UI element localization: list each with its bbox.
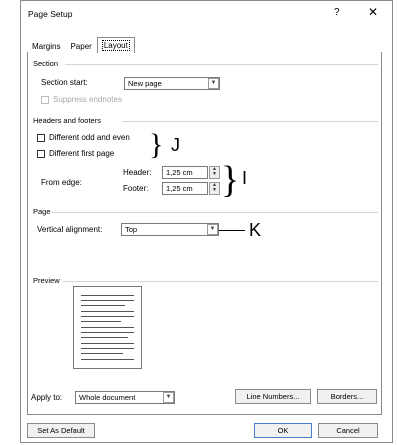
headers-footers-heading: Headers and footers	[33, 116, 101, 125]
header-value: 1,25 cm	[166, 168, 193, 177]
line-numbers-button[interactable]: Line Numbers...	[235, 389, 311, 404]
tab-strip: Margins Paper Layout	[27, 37, 135, 53]
header-spinner-input[interactable]: 1,25 cm	[162, 166, 208, 179]
section-heading: Section	[33, 59, 59, 68]
borders-button[interactable]: Borders...	[317, 389, 377, 404]
chevron-down-icon[interactable]: ▼	[207, 224, 218, 235]
tab-layout[interactable]: Layout	[96, 37, 135, 53]
help-button[interactable]: ?	[334, 7, 340, 18]
different-odd-even-label: Different odd and even	[49, 133, 130, 142]
dialog-title: Page Setup	[28, 9, 73, 19]
chevron-down-icon[interactable]: ▼	[208, 78, 219, 89]
chevron-down-icon[interactable]: ▼	[163, 392, 174, 403]
annotation-j: J	[171, 135, 180, 155]
annotation-brace-j: }	[149, 128, 164, 161]
apply-to-value: Whole document	[79, 393, 136, 402]
footer-value: 1,25 cm	[166, 184, 193, 193]
vertical-alignment-label: Vertical alignment:	[37, 225, 103, 234]
page-heading: Page	[33, 207, 51, 216]
apply-to-label: Apply to:	[31, 393, 63, 402]
preview-divider	[63, 281, 378, 282]
section-start-value: New page	[128, 79, 162, 88]
preview-page-thumbnail	[73, 286, 142, 369]
page-divider	[51, 212, 378, 213]
section-divider	[65, 64, 378, 65]
headers-footers-divider	[122, 121, 378, 122]
footer-label: Footer:	[123, 184, 149, 193]
spinner-arrows-icon[interactable]: ▲ ▼	[209, 182, 220, 195]
section-start-dropdown[interactable]: New page	[124, 77, 220, 90]
different-odd-even-checkbox[interactable]	[37, 134, 45, 142]
vertical-alignment-dropdown[interactable]: Top	[121, 223, 219, 236]
suppress-endnotes-checkbox[interactable]	[41, 96, 49, 104]
header-label: Header:	[123, 168, 152, 177]
annotation-line-k	[219, 230, 245, 231]
footer-spinner-input[interactable]: 1,25 cm	[162, 182, 208, 195]
tab-layout-label: Layout	[101, 40, 130, 51]
preview-heading: Preview	[33, 276, 60, 285]
apply-to-dropdown[interactable]: Whole document	[75, 391, 175, 404]
ok-button[interactable]: OK	[254, 423, 312, 438]
suppress-endnotes-label: Suppress endnotes	[53, 95, 122, 104]
section-start-label: Section start:	[41, 78, 88, 87]
from-edge-label: From edge:	[41, 178, 82, 187]
close-button[interactable]: ✕	[368, 5, 378, 19]
spinner-arrows-icon[interactable]: ▲ ▼	[209, 166, 220, 179]
vertical-alignment-value: Top	[125, 225, 138, 234]
set-as-default-button[interactable]: Set As Default	[27, 423, 95, 438]
different-first-page-checkbox[interactable]	[37, 150, 45, 158]
annotation-k: K	[249, 220, 262, 240]
different-first-page-label: Different first page	[49, 149, 115, 158]
page-setup-dialog: Page Setup ? ✕ Margins Paper Layout Sect…	[20, 0, 393, 443]
annotation-i: I	[242, 168, 248, 188]
annotation-brace-i: }	[221, 159, 240, 201]
cancel-button[interactable]: Cancel	[318, 423, 378, 438]
